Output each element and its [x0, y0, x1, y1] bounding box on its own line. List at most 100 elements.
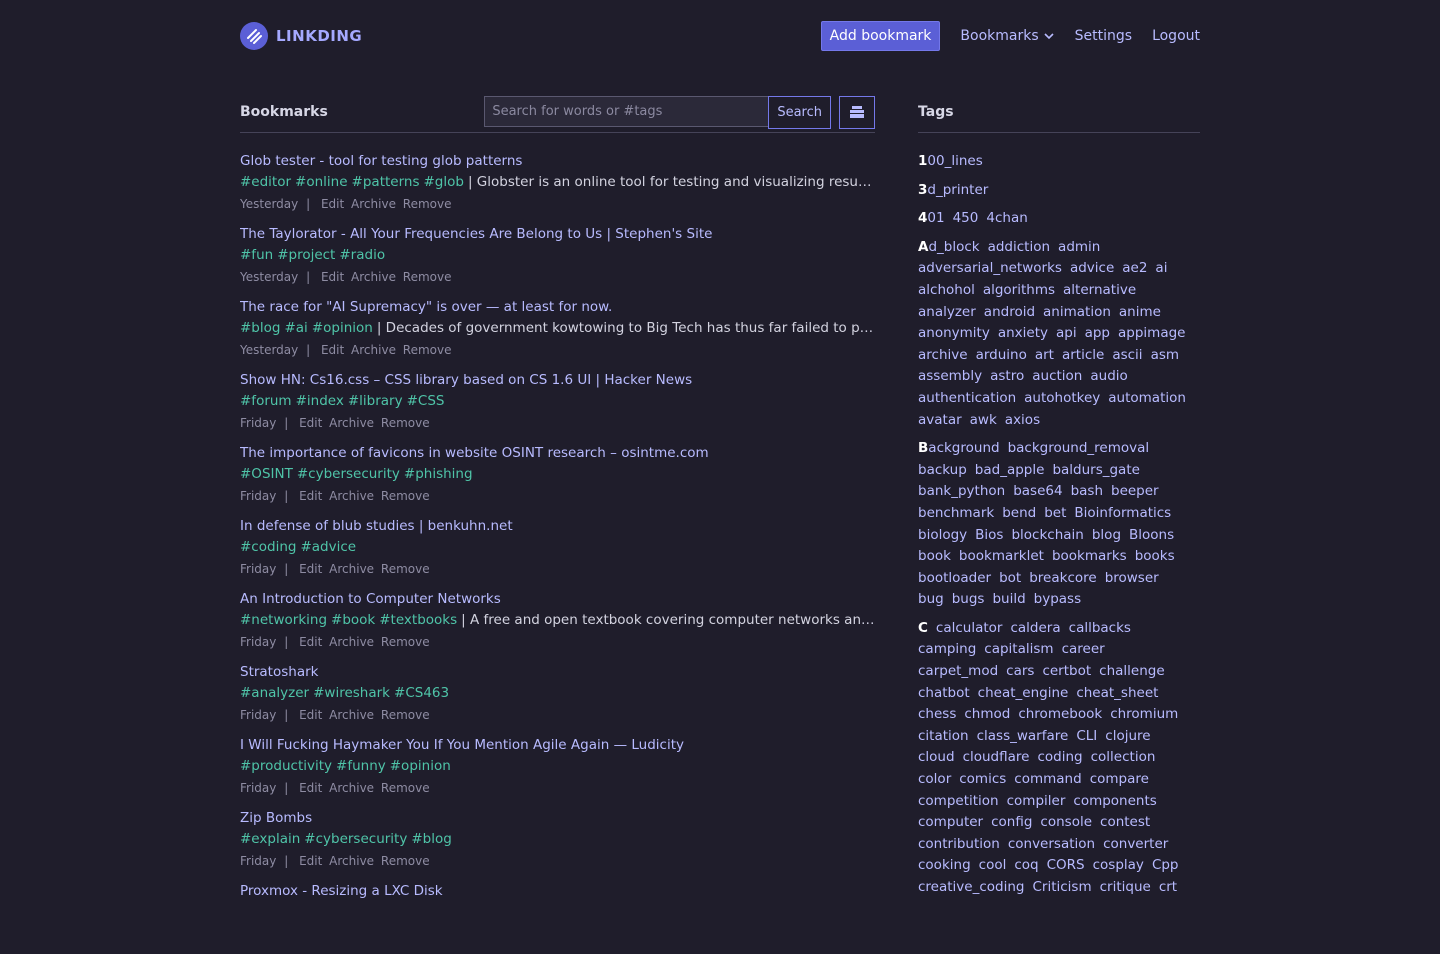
tag-link[interactable]: coding: [1037, 747, 1082, 769]
tag-link[interactable]: console: [1040, 812, 1092, 834]
edit-link[interactable]: Edit: [321, 270, 344, 284]
bookmark-tag[interactable]: #project: [277, 247, 335, 263]
tag-link[interactable]: converter: [1103, 834, 1168, 856]
tag-link[interactable]: cooking: [918, 855, 971, 877]
bookmark-title-link[interactable]: An Introduction to Computer Networks: [240, 589, 875, 610]
tag-link[interactable]: Bios: [975, 525, 1003, 547]
bookmark-tag[interactable]: #opinion: [390, 758, 451, 774]
tag-link[interactable]: clojure: [1105, 726, 1150, 748]
bookmark-tag[interactable]: #forum: [240, 393, 292, 409]
tag-link[interactable]: app: [1085, 323, 1110, 345]
bookmark-tag[interactable]: #analyzer: [240, 685, 309, 701]
tag-link[interactable]: bash: [1071, 481, 1103, 503]
bookmark-tag[interactable]: #opinion: [312, 320, 373, 336]
tag-link[interactable]: art: [1035, 345, 1054, 367]
tag-link[interactable]: chmod: [964, 704, 1010, 726]
tag-link[interactable]: bootloader: [918, 568, 991, 590]
tag-link[interactable]: blockchain: [1011, 525, 1083, 547]
tag-link[interactable]: bug: [918, 589, 944, 611]
edit-link[interactable]: Edit: [299, 635, 322, 649]
bookmark-title-link[interactable]: Glob tester - tool for testing glob patt…: [240, 151, 875, 172]
tag-link[interactable]: 3d_printer: [918, 180, 988, 202]
tag-link[interactable]: books: [1135, 546, 1175, 568]
settings-link[interactable]: Settings: [1075, 28, 1132, 44]
tag-link[interactable]: animation: [1043, 302, 1111, 324]
bookmark-title-link[interactable]: Show HN: Cs16.css – CSS library based on…: [240, 370, 875, 391]
tag-link[interactable]: cheat_engine: [978, 683, 1069, 705]
tag-link[interactable]: analyzer: [918, 302, 976, 324]
bookmark-tag[interactable]: #funny: [336, 758, 386, 774]
tag-link[interactable]: bugs: [952, 589, 985, 611]
bookmark-tag[interactable]: #cybersecurity: [297, 466, 400, 482]
tag-link[interactable]: benchmark: [918, 503, 994, 525]
remove-link[interactable]: Remove: [381, 416, 430, 430]
edit-link[interactable]: Edit: [299, 854, 322, 868]
tag-link[interactable]: background_removal: [1008, 438, 1150, 460]
tag-link[interactable]: cheat_sheet: [1076, 683, 1158, 705]
tag-link[interactable]: alternative: [1063, 280, 1136, 302]
archive-link[interactable]: Archive: [329, 562, 374, 576]
tag-link[interactable]: addiction: [988, 237, 1050, 259]
bookmark-tag[interactable]: #blog: [411, 831, 451, 847]
tag-link[interactable]: Bloons: [1129, 525, 1174, 547]
tag-link[interactable]: api: [1056, 323, 1077, 345]
bookmark-tag[interactable]: #CS463: [394, 685, 449, 701]
edit-link[interactable]: Edit: [299, 708, 322, 722]
tag-link[interactable]: computer: [918, 812, 983, 834]
tag-link[interactable]: cars: [1006, 661, 1034, 683]
tag-link[interactable]: capitalism: [984, 639, 1053, 661]
edit-link[interactable]: Edit: [299, 489, 322, 503]
tag-link[interactable]: challenge: [1099, 661, 1165, 683]
tag-link[interactable]: Background: [918, 438, 1000, 460]
tag-link[interactable]: avatar: [918, 410, 962, 432]
tag-link[interactable]: book: [918, 546, 951, 568]
bookmark-tag[interactable]: #ai: [284, 320, 307, 336]
tag-link[interactable]: advice: [1070, 258, 1114, 280]
tag-link[interactable]: cloud: [918, 747, 955, 769]
tag-link[interactable]: chess: [918, 704, 956, 726]
remove-link[interactable]: Remove: [381, 562, 430, 576]
remove-link[interactable]: Remove: [403, 197, 452, 211]
tag-link[interactable]: baldurs_gate: [1052, 460, 1140, 482]
tag-link[interactable]: class_warfare: [977, 726, 1069, 748]
tag-link[interactable]: browser: [1105, 568, 1159, 590]
tag-link[interactable]: audio: [1090, 366, 1127, 388]
tag-link[interactable]: competition: [918, 791, 999, 813]
tag-link[interactable]: critique: [1100, 877, 1151, 899]
tag-link[interactable]: blog: [1092, 525, 1121, 547]
remove-link[interactable]: Remove: [381, 635, 430, 649]
tag-link[interactable]: camping: [918, 639, 976, 661]
bookmark-title-link[interactable]: The importance of favicons in website OS…: [240, 443, 875, 464]
tag-link[interactable]: bet: [1044, 503, 1066, 525]
tag-link[interactable]: cloudflare: [963, 747, 1030, 769]
bookmark-tag[interactable]: #glob: [424, 174, 464, 190]
tag-link[interactable]: bank_python: [918, 481, 1005, 503]
tag-link[interactable]: adversarial_networks: [918, 258, 1062, 280]
remove-link[interactable]: Remove: [381, 781, 430, 795]
tag-link[interactable]: bookmarks: [1052, 546, 1127, 568]
bookmark-title-link[interactable]: The Taylorator - All Your Frequencies Ar…: [240, 224, 875, 245]
tag-link[interactable]: Criticism: [1032, 877, 1091, 899]
tag-link[interactable]: 4chan: [986, 208, 1027, 230]
tag-link[interactable]: arduino: [976, 345, 1027, 367]
tag-link[interactable]: autohotkey: [1024, 388, 1100, 410]
tag-link[interactable]: compiler: [1007, 791, 1066, 813]
tag-link[interactable]: ae2: [1122, 258, 1147, 280]
tag-link[interactable]: Cpp: [1152, 855, 1179, 877]
edit-link[interactable]: Edit: [299, 562, 322, 576]
tag-link[interactable]: ai: [1155, 258, 1167, 280]
bookmark-tag[interactable]: #networking: [240, 612, 327, 628]
bookmark-tag[interactable]: #OSINT: [240, 466, 293, 482]
tag-link[interactable]: bot: [999, 568, 1021, 590]
tag-link[interactable]: bend: [1002, 503, 1036, 525]
remove-link[interactable]: Remove: [381, 708, 430, 722]
bookmark-tag[interactable]: #phishing: [404, 466, 473, 482]
tag-link[interactable]: bypass: [1034, 589, 1081, 611]
bookmark-tag[interactable]: #index: [296, 393, 344, 409]
bookmark-title-link[interactable]: Proxmox - Resizing a LXC Disk: [240, 881, 875, 902]
tag-link[interactable]: career: [1062, 639, 1105, 661]
tag-link[interactable]: 401: [918, 208, 945, 230]
archive-link[interactable]: Archive: [329, 708, 374, 722]
tag-link[interactable]: chromium: [1110, 704, 1178, 726]
archive-link[interactable]: Archive: [329, 781, 374, 795]
